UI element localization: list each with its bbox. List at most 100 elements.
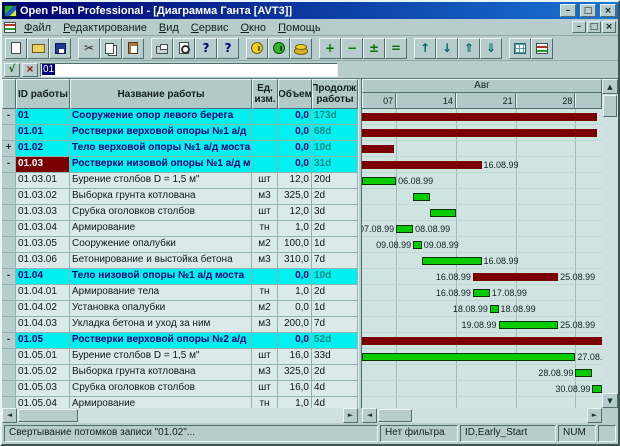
task-bar[interactable] xyxy=(396,225,413,233)
paste-button[interactable] xyxy=(122,38,144,59)
cancel-edit-button[interactable]: × xyxy=(22,63,38,77)
table-row[interactable]: 01.05.02Выборка грунта котлованам3325,02… xyxy=(2,365,358,381)
table-view-button[interactable] xyxy=(509,38,531,59)
vertical-scroll-thumb[interactable] xyxy=(603,95,617,117)
summary-bar[interactable] xyxy=(362,337,602,345)
menu-item[interactable]: Помощь xyxy=(272,21,327,35)
table-scroll-right-button[interactable]: ► xyxy=(343,408,358,423)
table-row[interactable]: 01.03.02Выборка грунта котлованам3325,02… xyxy=(2,189,358,205)
vertical-scroll-track[interactable] xyxy=(602,94,618,393)
help-button[interactable]: ? xyxy=(195,38,217,59)
table-row[interactable]: 01.03.06Бетонирование и выстойка бетонам… xyxy=(2,253,358,269)
recalculate-button[interactable]: = xyxy=(385,38,407,59)
table-row[interactable]: 01.03.05Сооружение опалубким2100,01d xyxy=(2,237,358,253)
outline-toggle[interactable]: - xyxy=(2,157,16,173)
cut-button[interactable]: ✂ xyxy=(78,38,100,59)
minimize-button[interactable]: – xyxy=(560,4,576,17)
close-button[interactable]: × xyxy=(600,4,616,17)
resource-analysis-button[interactable] xyxy=(268,38,290,59)
task-bar[interactable] xyxy=(430,209,456,217)
task-bar[interactable] xyxy=(592,385,602,393)
move-down-button[interactable]: ↓ xyxy=(436,38,458,59)
task-bar[interactable] xyxy=(362,353,575,361)
menu-item[interactable]: Вид xyxy=(153,21,185,35)
maximize-button[interactable]: □ xyxy=(580,4,596,17)
unit-column-header[interactable]: Ед. изм. xyxy=(252,79,278,109)
table-row[interactable]: 01.04.03Укладка бетона и уход за нимм320… xyxy=(2,317,358,333)
print-preview-button[interactable] xyxy=(173,38,195,59)
rollup-button[interactable]: ± xyxy=(363,38,385,59)
outline-toggle[interactable]: + xyxy=(2,141,16,157)
outline-toggle[interactable]: - xyxy=(2,333,16,349)
table-row[interactable]: +01.02Тело верховой опоры №1 а/д моста0,… xyxy=(2,141,358,157)
task-bar[interactable] xyxy=(413,193,430,201)
context-help-button[interactable]: ? xyxy=(217,38,239,59)
id-column-header[interactable]: ID работы xyxy=(16,79,70,109)
gantt-scroll-thumb[interactable] xyxy=(378,409,412,422)
menu-item[interactable]: Редактирование xyxy=(57,21,153,35)
accept-edit-button[interactable]: √ xyxy=(4,63,20,77)
delete-activity-button[interactable]: − xyxy=(341,38,363,59)
task-bar[interactable] xyxy=(499,321,559,329)
summary-bar[interactable] xyxy=(362,161,482,169)
table-horizontal-scrollbar[interactable]: ◄ ► xyxy=(2,408,358,423)
duration-column-header[interactable]: Продолж. работы xyxy=(312,79,358,109)
move-up-button[interactable]: ↑ xyxy=(414,38,436,59)
demote-button[interactable]: ⇓ xyxy=(480,38,502,59)
table-row[interactable]: 01.05.04Армированиетн1,04d xyxy=(2,397,358,408)
task-bar[interactable] xyxy=(473,289,490,297)
table-row[interactable]: 01.03.01Бурение столбов D = 1,5 м"шт12,0… xyxy=(2,173,358,189)
table-scroll-thumb[interactable] xyxy=(18,409,78,422)
table-row[interactable]: 01.04.01Армирование телатн1,02d xyxy=(2,285,358,301)
save-button[interactable] xyxy=(49,38,71,59)
promote-button[interactable]: ⇑ xyxy=(458,38,480,59)
mdi-close-button[interactable]: × xyxy=(602,21,616,33)
summary-bar[interactable] xyxy=(362,113,597,121)
task-bar[interactable] xyxy=(490,305,499,313)
print-button[interactable] xyxy=(151,38,173,59)
cost-analysis-button[interactable] xyxy=(290,38,312,59)
table-scroll-track[interactable] xyxy=(17,408,343,423)
summary-bar[interactable] xyxy=(362,145,394,153)
gantt-scroll-left-button[interactable]: ◄ xyxy=(362,408,377,423)
gantt-view-button[interactable] xyxy=(531,38,553,59)
table-row[interactable]: 01.05.01Бурение столбов D = 1,5 м"шт16,0… xyxy=(2,349,358,365)
table-row[interactable]: 01.05.03Срубка оголовков столбовшт16,04d xyxy=(2,381,358,397)
table-row[interactable]: -01Сооружение опор левого берега0,0173d xyxy=(2,109,358,125)
task-bar[interactable] xyxy=(413,241,422,249)
summary-bar[interactable] xyxy=(473,273,558,281)
table-row[interactable]: 01.01Ростверки верховой опоры №1 а/д0,06… xyxy=(2,125,358,141)
table-row[interactable]: -01.04Тело низовой опоры №1 а/д моста0,0… xyxy=(2,269,358,285)
menu-item[interactable]: Сервис xyxy=(185,21,235,35)
vertical-scrollbar[interactable]: ▲ ▼ xyxy=(602,79,618,408)
name-column-header[interactable]: Название работы xyxy=(70,79,252,109)
outline-toggle[interactable]: - xyxy=(2,109,16,125)
volume-column-header[interactable]: Объем xyxy=(278,79,312,109)
table-row[interactable]: 01.03.03Срубка оголовков столбовшт12,03d xyxy=(2,205,358,221)
mdi-restore-button[interactable]: □ xyxy=(587,21,601,33)
document-icon[interactable] xyxy=(4,22,16,33)
gantt-scroll-right-button[interactable]: ► xyxy=(587,408,602,423)
new-button[interactable] xyxy=(5,38,27,59)
scroll-up-button[interactable]: ▲ xyxy=(602,79,618,94)
copy-button[interactable] xyxy=(100,38,122,59)
table-scroll-left-button[interactable]: ◄ xyxy=(2,408,17,423)
table-row[interactable]: 01.04.02Установка опалубким20,01d xyxy=(2,301,358,317)
task-bar[interactable] xyxy=(575,369,592,377)
open-button[interactable] xyxy=(27,38,49,59)
scroll-down-button[interactable]: ▼ xyxy=(602,393,618,408)
task-bar[interactable] xyxy=(422,257,482,265)
table-row[interactable]: -01.03Ростверки низовой опоры №1 а/д м0,… xyxy=(2,157,358,173)
table-row[interactable]: 01.03.04Армированиетн1,02d xyxy=(2,221,358,237)
gantt-scroll-track[interactable] xyxy=(377,408,587,423)
app-icon[interactable] xyxy=(4,5,17,17)
outline-toggle[interactable]: - xyxy=(2,269,16,285)
menu-item[interactable]: Окно xyxy=(234,21,272,35)
gantt-horizontal-scrollbar[interactable]: ◄ ► xyxy=(362,408,602,423)
table-row[interactable]: -01.05Ростверки верховой опоры №2 а/д0,0… xyxy=(2,333,358,349)
edit-input[interactable]: 01 xyxy=(40,63,338,77)
summary-bar[interactable] xyxy=(362,129,597,137)
insert-activity-button[interactable]: + xyxy=(319,38,341,59)
mdi-minimize-button[interactable]: – xyxy=(572,21,586,33)
time-analysis-button[interactable] xyxy=(246,38,268,59)
